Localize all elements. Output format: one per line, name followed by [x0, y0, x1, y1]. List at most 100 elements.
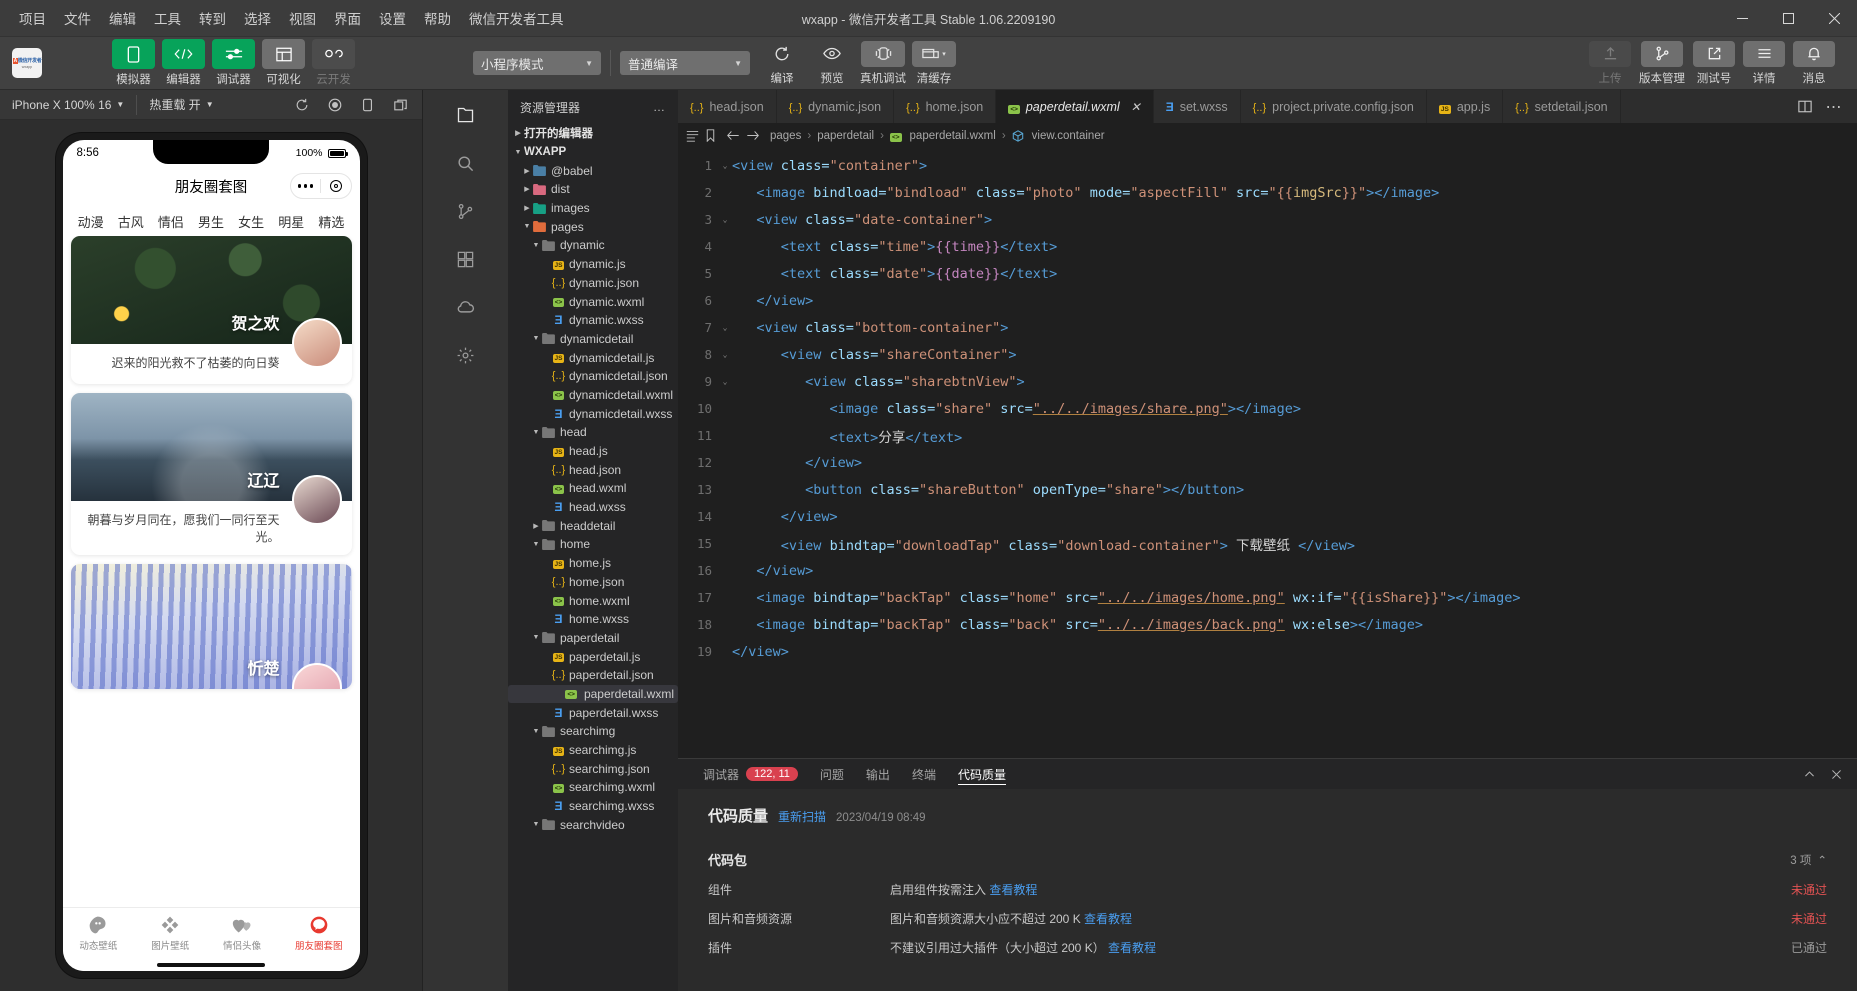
- editor-tab-setdetail-json[interactable]: {..} setdetail.json: [1503, 90, 1621, 123]
- fold-toggle-icon[interactable]: ⌄: [718, 350, 732, 359]
- editor-tab-dynamic-json[interactable]: {..} dynamic.json: [777, 90, 895, 123]
- breadcrumb-item-0[interactable]: pages: [770, 130, 801, 142]
- feed-card[interactable]: 辽辽 朝暮与岁月同在，愿我们一同行至天光。: [70, 393, 352, 555]
- tree-file[interactable]: {..} dynamicdetail.json: [508, 367, 678, 386]
- tree-file[interactable]: {..} dynamic.json: [508, 274, 678, 293]
- tree-file[interactable]: Ǝhome.wxss: [508, 610, 678, 629]
- tree-file[interactable]: Ǝdynamicdetail.wxss: [508, 404, 678, 423]
- panel-tab-2[interactable]: 输出: [855, 759, 901, 789]
- breadcrumb-item-2[interactable]: paperdetail.wxml: [910, 130, 996, 142]
- tree-folder[interactable]: ▼ paperdetail: [508, 629, 678, 648]
- tree-folder[interactable]: ▼ home: [508, 535, 678, 554]
- tree-folder[interactable]: ▼ searchimg: [508, 722, 678, 741]
- tree-file[interactable]: <> paperdetail.wxml: [508, 684, 678, 704]
- tree-file[interactable]: Ǝpaperdetail.wxss: [508, 703, 678, 722]
- mode-button-layout[interactable]: 可视化: [262, 39, 305, 87]
- tree-file[interactable]: {..} searchimg.json: [508, 759, 678, 778]
- tree-file[interactable]: JS dynamicdetail.js: [508, 348, 678, 367]
- extensions-icon[interactable]: [453, 246, 479, 272]
- tree-file[interactable]: JS home.js: [508, 554, 678, 573]
- category-tab-0[interactable]: 动漫: [78, 212, 104, 231]
- source-control-icon[interactable]: [453, 198, 479, 224]
- tree-folder[interactable]: ▼ head: [508, 423, 678, 442]
- target-circle-icon[interactable]: [321, 180, 351, 192]
- tree-file[interactable]: {..} paperdetail.json: [508, 666, 678, 685]
- tree-file[interactable]: Ǝhead.wxss: [508, 498, 678, 517]
- editor-tab-home-json[interactable]: {..} home.json: [894, 90, 997, 123]
- menu-item-8[interactable]: 设置: [370, 4, 415, 32]
- rotate-icon[interactable]: [361, 98, 374, 112]
- tree-section[interactable]: ▶ 打开的编辑器: [508, 124, 678, 143]
- compile-select[interactable]: 普通编译 ▼: [620, 51, 750, 75]
- tree-file[interactable]: JS searchimg.js: [508, 741, 678, 760]
- refresh-icon[interactable]: [295, 98, 309, 112]
- forward-arrow-icon[interactable]: [746, 129, 760, 142]
- toolbar-action-refresh[interactable]: 编译: [760, 41, 804, 86]
- toolbar-menu[interactable]: 详情: [1743, 40, 1785, 86]
- tree-section[interactable]: ▼ WXAPP: [508, 143, 678, 162]
- device-select[interactable]: iPhone X 100% 16 ▼: [0, 98, 136, 112]
- toolbar-upload[interactable]: 上传: [1589, 40, 1631, 86]
- toolbar-branch[interactable]: 版本管理: [1639, 40, 1685, 86]
- menu-item-10[interactable]: 微信开发者工具: [460, 4, 573, 32]
- tree-folder[interactable]: ▼ pages: [508, 217, 678, 236]
- tree-file[interactable]: {..} head.json: [508, 460, 678, 479]
- panel-tab-4[interactable]: 代码质量: [947, 759, 1017, 789]
- more-actions-icon[interactable]: …: [653, 100, 666, 114]
- menu-item-0[interactable]: 项目: [10, 4, 55, 32]
- section-count[interactable]: 3 项 ⌃: [1790, 852, 1827, 868]
- tree-file[interactable]: {..} home.json: [508, 573, 678, 592]
- breadcrumb-item-1[interactable]: paperdetail: [817, 130, 874, 142]
- minimize-icon[interactable]: [1719, 0, 1765, 37]
- tab-bar-item-2[interactable]: 情侣头像: [223, 915, 261, 952]
- code-editor[interactable]: 1 ⌄ <view class="container"> 2 <image bindl…: [678, 148, 1857, 758]
- menu-item-3[interactable]: 工具: [145, 4, 190, 32]
- menu-item-7[interactable]: 界面: [325, 4, 370, 32]
- mode-select[interactable]: 小程序模式 ▼: [473, 51, 601, 75]
- tree-folder[interactable]: ▼ dynamic: [508, 236, 678, 255]
- tutorial-link[interactable]: 查看教程: [1084, 912, 1132, 926]
- menu-item-9[interactable]: 帮助: [415, 4, 460, 32]
- close-icon[interactable]: [1811, 0, 1857, 37]
- toolbar-action-cache[interactable]: ▾ 清缓存: [912, 40, 956, 86]
- tree-file[interactable]: JS dynamic.js: [508, 255, 678, 274]
- tab-bar-item-3[interactable]: 朋友圈套图: [295, 915, 343, 952]
- panel-tab-0[interactable]: 调试器 122, 11: [692, 759, 809, 789]
- editor-tab-head-json[interactable]: {..} head.json: [678, 90, 777, 123]
- category-tab-2[interactable]: 情侣: [158, 212, 184, 231]
- maximize-icon[interactable]: [1765, 0, 1811, 37]
- hotreload-select[interactable]: 热重载 开 ▼: [137, 96, 225, 113]
- editor-tab-app-js[interactable]: JS app.js: [1427, 90, 1504, 123]
- panel-tab-1[interactable]: 问题: [809, 759, 855, 789]
- toolbar-bell[interactable]: 消息: [1793, 40, 1835, 86]
- collapse-icon[interactable]: [1803, 768, 1816, 781]
- capsule-button[interactable]: [289, 173, 352, 199]
- menu-item-4[interactable]: 转到: [190, 4, 235, 32]
- tab-bar-item-1[interactable]: 图片壁纸: [151, 915, 189, 952]
- tutorial-link[interactable]: 查看教程: [989, 883, 1037, 897]
- toolbar-action-device-debug[interactable]: 真机调试: [860, 40, 906, 86]
- fold-toggle-icon[interactable]: ⌄: [718, 377, 732, 386]
- menu-item-5[interactable]: 选择: [235, 4, 280, 32]
- mode-button-phone[interactable]: 模拟器: [112, 39, 155, 87]
- cloud-icon[interactable]: [453, 294, 479, 320]
- back-arrow-icon[interactable]: [726, 129, 740, 142]
- category-tab-3[interactable]: 男生: [198, 212, 224, 231]
- editor-tab-project-private-config-json[interactable]: {..} project.private.config.json: [1241, 90, 1427, 123]
- tree-file[interactable]: <> home.wxml: [508, 591, 678, 610]
- close-icon[interactable]: [1830, 768, 1843, 781]
- menu-item-2[interactable]: 编辑: [100, 4, 145, 32]
- bookmark-icon[interactable]: [705, 129, 716, 142]
- tree-file[interactable]: JS paperdetail.js: [508, 647, 678, 666]
- record-icon[interactable]: [328, 98, 342, 112]
- toolbar-action-eye[interactable]: 预览: [810, 41, 854, 86]
- panel-tab-3[interactable]: 终端: [901, 759, 947, 789]
- tree-file[interactable]: <> dynamicdetail.wxml: [508, 386, 678, 405]
- editor-tab-paperdetail-wxml[interactable]: <> paperdetail.wxml ✕: [996, 90, 1154, 123]
- outline-icon[interactable]: [686, 129, 699, 142]
- files-icon[interactable]: [453, 102, 479, 128]
- search-icon[interactable]: [453, 150, 479, 176]
- split-editor-icon[interactable]: [1797, 100, 1812, 113]
- tutorial-link[interactable]: 查看教程: [1108, 941, 1156, 955]
- tree-folder[interactable]: ▼ searchvideo: [508, 815, 678, 834]
